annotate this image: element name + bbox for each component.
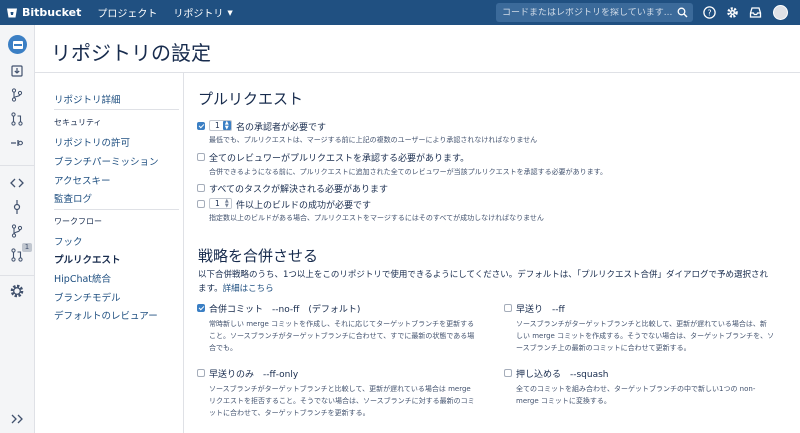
help-icon[interactable]: ? [703, 6, 716, 19]
sidebar-item-access-keys[interactable]: アクセスキー [54, 173, 111, 187]
sidebar-item-repo-permissions[interactable]: リポジトリの許可 [54, 135, 130, 149]
fast-forward-only-label: 早送りのみ --ff-only [209, 370, 299, 380]
settings-icon[interactable] [9, 283, 25, 299]
sidebar-item-hipchat[interactable]: HipChat統合 [54, 271, 111, 285]
all-reviewers-label: 全てのレビュワーがプルリクエストを承認する必要があります。 [209, 154, 470, 164]
all-reviewers-description: 合併できるようになる前に、プルリクエストに追加された全てのレビュワーが当該プルリ… [209, 168, 607, 176]
learn-more-link[interactable]: 詳細はこちら [223, 284, 274, 294]
builds-label: 件以上のビルドの成功が必要です [236, 201, 372, 211]
merge-commit-description: 常時新しい merge コミットを作成し、それに応じてターゲットブランチを更新す… [209, 318, 474, 354]
clone-icon[interactable] [9, 63, 25, 79]
compare-icon[interactable] [9, 135, 25, 151]
squash-checkbox[interactable] [504, 369, 512, 377]
search-icon[interactable] [677, 7, 688, 18]
fast-forward-only-checkbox[interactable] [197, 369, 205, 377]
sidebar-item-default-reviewers[interactable]: デフォルトのレビュアー [54, 308, 158, 322]
description-line: ソースブランチがターゲットブランチと比較して、更新が遅れている場合は、新 [516, 320, 767, 328]
branches-icon[interactable] [9, 223, 25, 239]
approvers-checkbox[interactable] [197, 122, 205, 130]
page-title: リポジトリの設定 [51, 41, 211, 65]
description-line: しい merge コミットを作成する。そうでない場合は、ターゲットブランチを、ソ [516, 332, 775, 340]
bitbucket-icon [7, 8, 17, 17]
repository-avatar[interactable] [8, 35, 27, 54]
inbox-icon[interactable] [749, 6, 762, 19]
repository-icon [12, 40, 23, 49]
sidebar-item-hooks[interactable]: フック [54, 234, 83, 248]
description-line: ースブランチ上の最新のコミットに合わせて更新する。 [516, 344, 691, 352]
sidebar-item-repo-details[interactable]: リポジトリ詳細 [54, 92, 121, 106]
approvers-count-value: 1 [215, 121, 220, 130]
description-line: 全てのコミットを組み合わせ、ターゲットブランチの中で新しい1つの non- [516, 385, 756, 393]
approvers-label: 名の承認者が必要です [236, 123, 327, 133]
nav-repositories[interactable]: リポジトリ ▼ [173, 5, 233, 21]
brand-name: Bitbucket [22, 6, 82, 19]
sidebar-divider [54, 109, 179, 110]
description-line: 合でも。 [209, 344, 237, 352]
page-header: リポジトリの設定 [35, 25, 800, 73]
nav-projects[interactable]: プロジェクト [97, 5, 157, 20]
merge-intro-line: 以下合併戦略のうち、1つ以上をこのリポジトリで使用できるようにしてください。デフ… [198, 270, 768, 280]
chevron-down-icon: ▼ [227, 8, 233, 17]
builds-description: 指定数以上のビルドがある場合、プルリクエストをマージするにはそのすべてが成功しな… [209, 214, 544, 222]
settings-main: プルリクエスト 1 ▲ ▼ 名の承認者が必要です 最低でも、プルリクエストは、マー… [184, 73, 800, 433]
create-branch-icon[interactable] [9, 87, 25, 103]
rail-divider [0, 165, 34, 166]
svg-text:?: ? [707, 8, 711, 17]
approvers-description: 最低でも、プルリクエストは、マージする前に上記の複数のユーザーにより承認されなけ… [209, 136, 538, 144]
description-line: ソースブランチがターゲットブランチと比較して、更新が遅れている場合は merge [209, 385, 471, 393]
fast-forward-checkbox[interactable] [504, 304, 512, 312]
fast-forward-description: ソースブランチがターゲットブランチと比較して、更新が遅れている場合は、新 しい … [516, 318, 774, 354]
pull-request-count-badge: 1 [22, 243, 32, 252]
search-input[interactable] [502, 7, 672, 18]
top-navigation: Bitbucket プロジェクト リポジトリ▼ ? [0, 0, 800, 25]
commits-icon[interactable] [9, 199, 25, 215]
avatar[interactable] [773, 5, 788, 20]
search-box[interactable] [496, 3, 693, 22]
source-icon[interactable] [9, 175, 25, 191]
sidebar-item-branching-model[interactable]: ブランチモデル [54, 290, 121, 304]
nav-repositories-label: リポジトリ [173, 9, 224, 20]
section-title-pull-requests: プルリクエスト [198, 90, 304, 108]
description-line: merge コミットに変換する。 [516, 397, 611, 405]
expand-sidebar-icon[interactable] [9, 411, 25, 427]
sidebar-item-audit-log[interactable]: 監査ログ [54, 191, 92, 205]
merge-intro-line: ます。 [198, 284, 223, 294]
description-line: こと。ソースブランチがターゲットブランチに合わせて、すでに最新の状態である場 [209, 332, 475, 340]
sidebar-item-branch-permissions[interactable]: ブランチパーミッション [54, 154, 159, 168]
merge-intro-text: 以下合併戦略のうち、1つ以上をこのリポジトリで使用できるようにしてください。デフ… [198, 268, 768, 296]
stepper-arrows-icon[interactable]: ▲ ▼ [222, 199, 231, 208]
builds-count-value: 1 [215, 199, 220, 208]
sidebar-heading-workflow: ワークフロー [54, 217, 102, 226]
approvers-count-stepper[interactable]: 1 ▲ ▼ [209, 120, 232, 131]
fast-forward-only-description: ソースブランチがターゲットブランチと比較して、更新が遅れている場合は merge… [209, 383, 475, 419]
squash-description: 全てのコミットを組み合わせ、ターゲットブランチの中で新しい1つの non- me… [516, 383, 755, 407]
description-line: リクエストを拒否すること。そうでない場合は、ソースブランチに対する最新のコミ [209, 397, 475, 405]
squash-label: 押し込める --squash [516, 370, 609, 380]
fast-forward-label: 早送り --ff [516, 305, 565, 315]
sidebar-item-pull-requests[interactable]: プルリクエスト [54, 252, 121, 266]
description-line: 常時新しい merge コミットを作成し、それに応じてターゲットブランチを更新す… [209, 320, 475, 328]
settings-sidebar: リポジトリ詳細 セキュリティ リポジトリの許可 ブランチパーミッション アクセス… [35, 73, 184, 433]
merge-commit-label: 合併コミット --no-ff (デフォルト) [209, 305, 361, 315]
merge-commit-checkbox[interactable] [197, 304, 205, 312]
sidebar-divider [54, 209, 179, 210]
description-line: ットに合わせて、ターゲットブランチを更新する。 [209, 409, 370, 417]
nav-projects-label: プロジェクト [97, 9, 158, 20]
stepper-arrows-icon[interactable]: ▲ ▼ [222, 121, 231, 130]
tasks-label: すべてのタスクが解決される必要があります [209, 185, 389, 195]
gear-icon[interactable] [726, 6, 739, 19]
section-title-merge-strategies: 戦略を合併させる [198, 247, 319, 265]
rail-divider [0, 275, 34, 276]
tasks-checkbox[interactable] [197, 184, 205, 192]
sidebar-heading-security: セキュリティ [54, 118, 102, 127]
all-reviewers-checkbox[interactable] [197, 153, 205, 161]
create-pull-request-icon[interactable] [9, 111, 25, 127]
left-icon-rail: 1 [0, 25, 35, 433]
builds-checkbox[interactable] [197, 200, 205, 208]
bitbucket-logo[interactable]: Bitbucket [6, 6, 81, 19]
builds-count-stepper[interactable]: 1 ▲ ▼ [209, 198, 232, 209]
